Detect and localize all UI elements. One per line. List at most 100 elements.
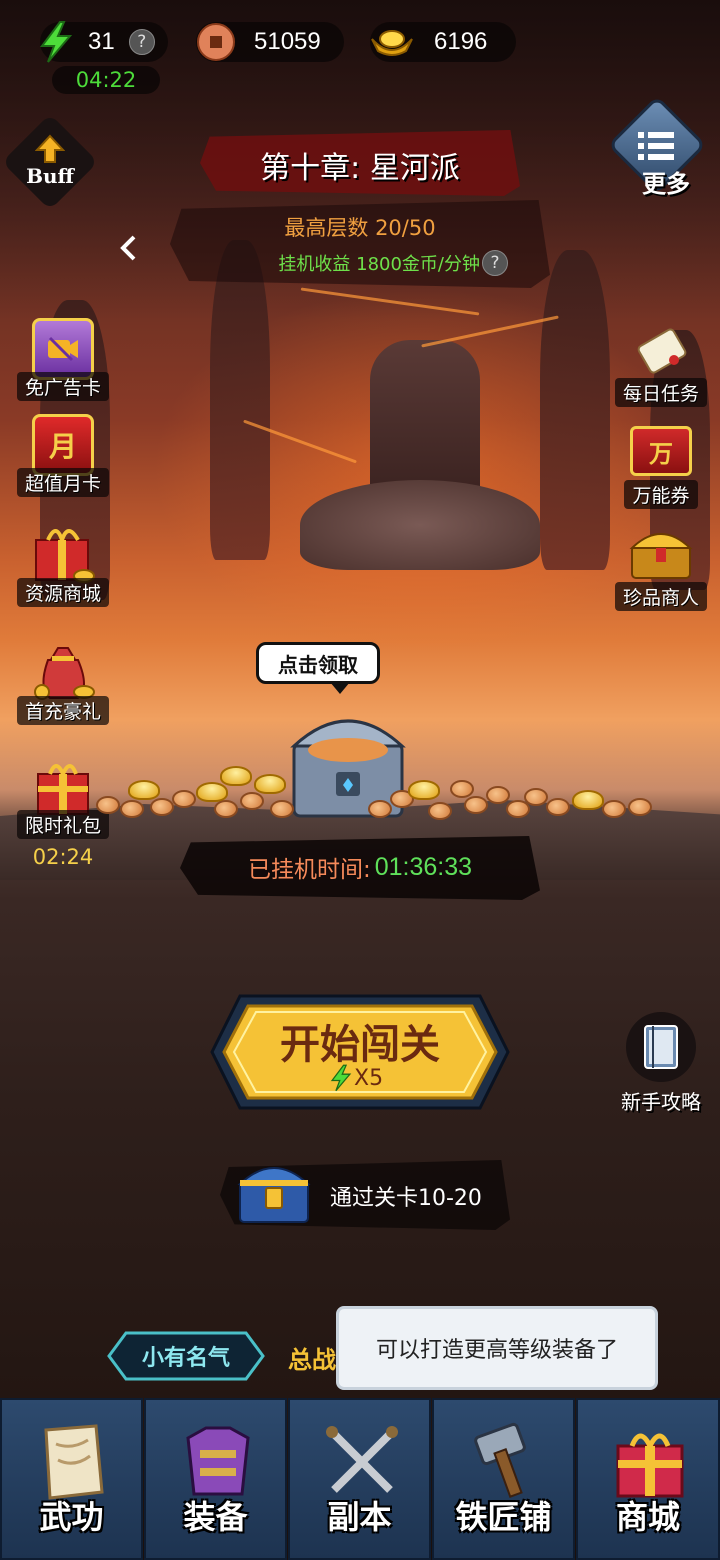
reward-text: 通过关卡10-20 — [330, 1186, 482, 1211]
start-challenge-button[interactable]: 开始闯关 X5 — [210, 992, 510, 1112]
resource-shop-icon — [28, 520, 98, 586]
money-bag-icon — [34, 647, 95, 700]
coin — [172, 790, 196, 808]
total-power-label: 总战 — [288, 1345, 336, 1374]
monthly-card-button[interactable]: 月 超值月卡 — [8, 414, 118, 497]
start-cost-value: X5 — [354, 1065, 384, 1091]
income-info: 挂机收益 1800金币/分钟 — [240, 250, 480, 276]
gold-ingot — [128, 780, 160, 800]
nav-equipment[interactable]: 装备 — [144, 1398, 287, 1560]
resource-shop-button[interactable]: 资源商城 — [8, 520, 118, 607]
armor-icon — [186, 1426, 250, 1496]
total-power: 总战 — [288, 1340, 336, 1375]
gift-box-icon — [37, 764, 89, 815]
beginner-guide-label: 新手攻略 — [621, 1090, 701, 1114]
gold-chest-icon — [629, 533, 693, 579]
buff-button[interactable]: Buff — [1, 113, 99, 211]
resource-shop-label: 资源商城 — [16, 578, 109, 607]
toast-message: 可以打造更高等级装备了 — [336, 1306, 658, 1390]
coin — [450, 780, 474, 798]
reward-text-box: 通过关卡10-20 — [330, 1180, 482, 1212]
monthly-card-icon: 月 — [32, 414, 94, 476]
limited-gift-label: 限时礼包 — [16, 810, 109, 839]
monthly-card-label: 超值月卡 — [16, 468, 109, 497]
copper-counter: 51059 — [196, 22, 344, 62]
gold-ingot — [572, 790, 604, 810]
idle-income: 挂机收益 1800金币/分钟 — [278, 254, 480, 275]
treasure-merchant-icon — [626, 526, 696, 580]
rank-badge[interactable]: 小有名气 — [106, 1330, 266, 1382]
ad-free-card-icon — [32, 318, 94, 380]
monthly-card-badge: 月 — [48, 430, 77, 463]
menu-list-icon — [638, 132, 674, 160]
coin — [546, 798, 570, 816]
scroll-icon — [637, 328, 687, 374]
income-help-icon[interactable]: ? — [482, 250, 508, 276]
energy-value: 31 — [88, 28, 115, 55]
chapter-title-box: 第十章: 星河派 — [200, 140, 520, 190]
coin — [368, 800, 392, 818]
reward-chest[interactable] — [236, 1156, 312, 1226]
start-label-box: 开始闯关 — [210, 1012, 510, 1070]
chevron-left-icon — [120, 235, 136, 261]
toast-text: 可以打造更高等级装备了 — [375, 1338, 618, 1363]
gold-ingot — [196, 782, 228, 802]
lava-crack — [421, 315, 559, 348]
gold-value: 6196 — [434, 28, 488, 55]
gift-box-stack-icon — [35, 529, 95, 583]
coin — [428, 802, 452, 820]
treasure-merchant-label: 珍品商人 — [614, 582, 707, 611]
claim-bubble[interactable]: 点击领取 — [256, 642, 380, 684]
universal-ticket-label: 万能券 — [624, 480, 698, 509]
coin — [602, 800, 626, 818]
gold-ingot — [408, 780, 440, 800]
lightning-icon — [330, 1064, 352, 1092]
nav-shop[interactable]: 商城 — [576, 1398, 720, 1560]
coin — [464, 796, 488, 814]
coin — [486, 786, 510, 804]
blue-gold-chest-icon — [237, 1167, 311, 1223]
gold-ingot-icon — [371, 30, 413, 56]
rock-pillar — [210, 240, 270, 560]
back-arrow-button[interactable] — [108, 228, 148, 268]
ad-free-card-label: 免广告卡 — [16, 372, 109, 401]
gold-ingot — [220, 766, 252, 786]
coin — [214, 800, 238, 818]
throne — [370, 340, 480, 500]
daily-task-scroll-icon — [628, 320, 694, 386]
nav-martial-arts[interactable]: 武功 — [0, 1398, 143, 1560]
beginner-guide-button[interactable]: 新手攻略 — [606, 1012, 716, 1115]
daily-task-button[interactable]: 每日任务 — [606, 320, 716, 407]
bone-pile — [300, 480, 540, 570]
bubble-tail — [330, 682, 350, 694]
start-label: 开始闯关 — [280, 1021, 440, 1068]
coin — [628, 798, 652, 816]
gift-box-icon — [616, 1433, 684, 1498]
guide-icon-bg — [626, 1012, 696, 1082]
energy-counter: 31 ? — [40, 21, 168, 63]
ad-free-card-button[interactable]: 免广告卡 — [8, 318, 118, 401]
hammer-icon — [474, 1422, 526, 1498]
coin — [150, 798, 174, 816]
nav-dungeon[interactable]: 副本 — [288, 1398, 431, 1560]
lightning-icon — [40, 21, 73, 63]
book-icon — [644, 1025, 678, 1069]
treasure-merchant-button[interactable]: 珍品商人 — [606, 526, 716, 611]
energy-help-icon[interactable]: ? — [128, 29, 155, 55]
buff-label: Buff — [26, 164, 74, 188]
universal-ticket-button[interactable]: 万 万能券 — [606, 426, 716, 509]
universal-ticket-badge: 万 — [649, 439, 673, 468]
nav-blacksmith[interactable]: 铁匠铺 — [432, 1398, 575, 1560]
chapter-title: 第十章: 星河派 — [260, 151, 460, 186]
rock-pillar — [540, 250, 610, 570]
more-button[interactable]: 更多 — [607, 95, 707, 200]
limited-gift-timer: 02:24 — [32, 845, 94, 869]
rank-badge-label: 小有名气 — [141, 1345, 230, 1371]
universal-ticket-icon: 万 — [630, 426, 692, 476]
more-label: 更多 — [642, 169, 690, 198]
floor-info: 最高层数 20/50 — [200, 212, 520, 242]
start-cost: X5 — [328, 1064, 383, 1092]
martial-arts-scroll-icon — [44, 1424, 104, 1500]
limited-gift-icon — [30, 756, 96, 818]
first-charge-gift-button[interactable]: 首充豪礼 — [8, 638, 118, 725]
